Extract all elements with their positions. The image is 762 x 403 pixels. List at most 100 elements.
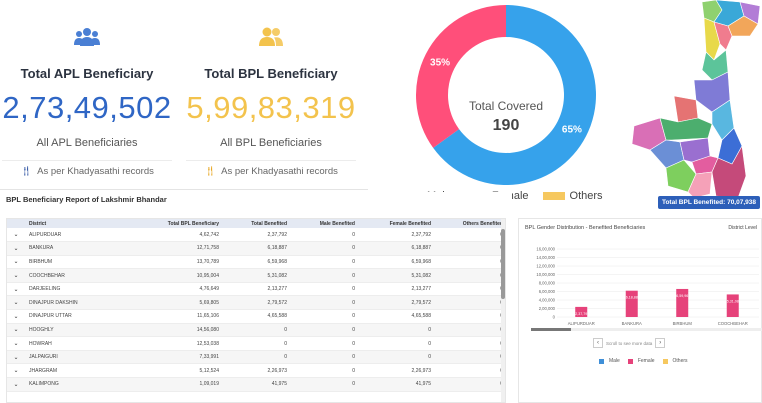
chevron-down-icon[interactable]: ⌄ [7, 268, 25, 283]
table-cell: 2,13,277 [223, 282, 291, 297]
table-cell: DINAJPUR UTTAR [25, 309, 145, 324]
table-row[interactable]: ⌄JHARGRAM5,12,5242,26,97302,26,9730 [7, 363, 505, 379]
district-map-panel: Total BPL Benefited: 70,07,938 [631, 0, 762, 212]
table-cell: 0 [291, 241, 359, 256]
col-header-female-benefited[interactable]: Female Benefited [359, 219, 435, 228]
donut-center-value: 190 [493, 117, 520, 134]
chevron-down-icon[interactable]: ⌄ [7, 228, 25, 243]
table-cell: 2,26,973 [359, 363, 435, 379]
map-region-birbhum[interactable] [673, 95, 699, 123]
table-cell: 2,13,277 [359, 282, 435, 297]
col-header-male-benefited[interactable]: Male Benefited [291, 219, 359, 228]
table-cell: BIRBHUM [25, 255, 145, 270]
bar-female-bankura[interactable] [625, 290, 638, 317]
chevron-right-icon[interactable]: › [655, 338, 666, 348]
legend-label: Female [637, 358, 655, 364]
table-cell: 0 [291, 282, 359, 297]
table-row[interactable]: ⌄HOWRAH12,53,0380000 [7, 336, 505, 351]
table-row[interactable]: ⌄KALIMPONG1,09,01941,975041,9750 [7, 377, 505, 392]
y-tick-label: 8,00,000 [539, 281, 556, 286]
y-tick-label: 16,00,000 [536, 247, 555, 252]
chevron-down-icon[interactable]: ⌄ [7, 241, 25, 256]
table-row[interactable]: ⌄BIRBHUM13,70,7896,59,96806,59,9680 [7, 255, 505, 270]
col-header-district[interactable]: District [25, 219, 145, 228]
map-total-badge: Total BPL Benefited: 70,07,938 [657, 196, 760, 209]
table-cell: 4,65,588 [359, 309, 435, 324]
table-cell: 2,37,792 [359, 228, 435, 243]
table-cell: HOWRAH [25, 336, 145, 351]
table-row[interactable]: ⌄DARJEELING4,76,6492,13,27702,13,2770 [7, 282, 505, 297]
table-row[interactable]: ⌄ DINAJPUR UTTAR 11,65,106 4,65,588 0 4,65,58… [7, 309, 505, 324]
table-cell: 2,79,572 [223, 295, 291, 311]
chart-legend-item-male[interactable]: Male [599, 358, 620, 364]
chart-legend-item-others[interactable]: Others [662, 358, 688, 364]
table-row[interactable]: ⌄ALIPURDUAR4,62,7422,37,79202,37,7920 [7, 228, 505, 243]
pager-text: Scroll to see more data [606, 340, 653, 346]
bar-female-coochbehar[interactable] [726, 294, 739, 317]
table-row[interactable]: ⌄COOCHBEHAR10,95,0045,31,08205,31,0820 [7, 268, 505, 283]
table-cell: 0 [435, 377, 505, 392]
table-cell: KALIMPONG [25, 377, 145, 392]
x-tick-label: BANKURA [622, 321, 642, 326]
table-cell: 0 [435, 309, 505, 324]
chevron-down-icon[interactable]: ⌄ [7, 336, 25, 351]
table-header-row: District Total BPL Beneficiary Total Ben… [7, 219, 505, 228]
table-cell: 5,31,082 [223, 268, 291, 283]
table-cell: ALIPURDUAR [25, 228, 145, 243]
table-cell: 14,56,080 [145, 323, 223, 338]
apl-card: Total APL Beneficiary 2,73,49,502 All AP… [2, 0, 172, 190]
legend-item-others[interactable]: Others [542, 190, 603, 202]
table-cell: 0 [291, 268, 359, 283]
chevron-down-icon[interactable]: ⌄ [7, 323, 25, 338]
table-cell: 6,59,968 [359, 255, 435, 270]
bpl-value: 5,99,83,319 [186, 90, 356, 125]
chevron-down-icon[interactable]: ⌄ [7, 282, 25, 297]
chart-horizontal-scrollbar[interactable] [531, 328, 762, 331]
chevron-left-icon[interactable]: ‹ [593, 338, 603, 348]
table-cell: 0 [435, 295, 505, 311]
table-cell: 4,76,649 [145, 282, 223, 297]
chevron-down-icon[interactable]: ⌄ [7, 377, 25, 392]
chevron-down-icon[interactable]: ⌄ [7, 363, 25, 379]
table-cell: BANKURA [25, 241, 145, 256]
west-bengal-map[interactable] [631, 0, 762, 200]
apl-title: Total APL Beneficiary [20, 66, 154, 81]
table-cell: 0 [435, 336, 505, 351]
table-cell: 0 [291, 309, 359, 324]
chevron-down-icon[interactable]: ⌄ [7, 255, 25, 270]
chart-scrollbar-thumb[interactable] [531, 328, 571, 331]
table-scrollbar-thumb[interactable] [501, 229, 505, 299]
apl-note: 🍴︎ As per Khadyasathi records [2, 160, 172, 180]
donut-slice-label: 35% [430, 57, 450, 68]
col-header-total-benefited[interactable]: Total Benefited [223, 219, 291, 228]
chevron-down-icon[interactable]: ⌄ [7, 295, 25, 311]
table-scroll-container[interactable]: District Total BPL Beneficiary Total Ben… [6, 218, 506, 403]
y-tick-label: 2,00,000 [539, 306, 556, 311]
table-cell: 0 [435, 363, 505, 379]
table-row[interactable]: ⌄HOOGHLY14,56,0800000 [7, 323, 505, 338]
table-cell: 5,12,524 [145, 363, 223, 379]
legend-label: Others [672, 358, 688, 364]
table-cell: 0 [435, 255, 505, 270]
x-tick-label: COOCHBEHAR [718, 321, 748, 326]
table-cell: 0 [223, 336, 291, 351]
gender-chart-legend: Male Female Others [599, 358, 688, 364]
table-cell: DARJEELING [25, 282, 145, 297]
table-cell: 0 [291, 363, 359, 379]
chart-legend-item-female[interactable]: Female [627, 358, 655, 364]
table-row[interactable]: ⌄BANKURA12,71,7586,18,88706,18,8870 [7, 241, 505, 256]
table-row[interactable]: ⌄ DINAJPUR DAKSHIN 5,69,805 2,79,572 0 2,79,5… [7, 295, 505, 311]
table-scrollbar[interactable] [501, 219, 505, 402]
col-header-total-bpl[interactable]: Total BPL Beneficiary [145, 219, 223, 228]
table-cell: 4,62,742 [145, 228, 223, 243]
table-cell: 10,95,004 [145, 268, 223, 283]
table-cell: 0 [435, 268, 505, 283]
table-row[interactable]: ⌄JALPAIGURI7,33,9910000 [7, 350, 505, 365]
y-tick-label: 14,00,000 [536, 255, 555, 260]
map-region-bardhaman[interactable] [659, 117, 713, 141]
table-cell: 0 [291, 323, 359, 338]
chevron-down-icon[interactable]: ⌄ [7, 350, 25, 365]
col-header-others-benefited[interactable]: Others Benefited [435, 219, 505, 228]
y-tick-label: 0 [553, 315, 556, 320]
chevron-down-icon[interactable]: ⌄ [7, 309, 25, 324]
